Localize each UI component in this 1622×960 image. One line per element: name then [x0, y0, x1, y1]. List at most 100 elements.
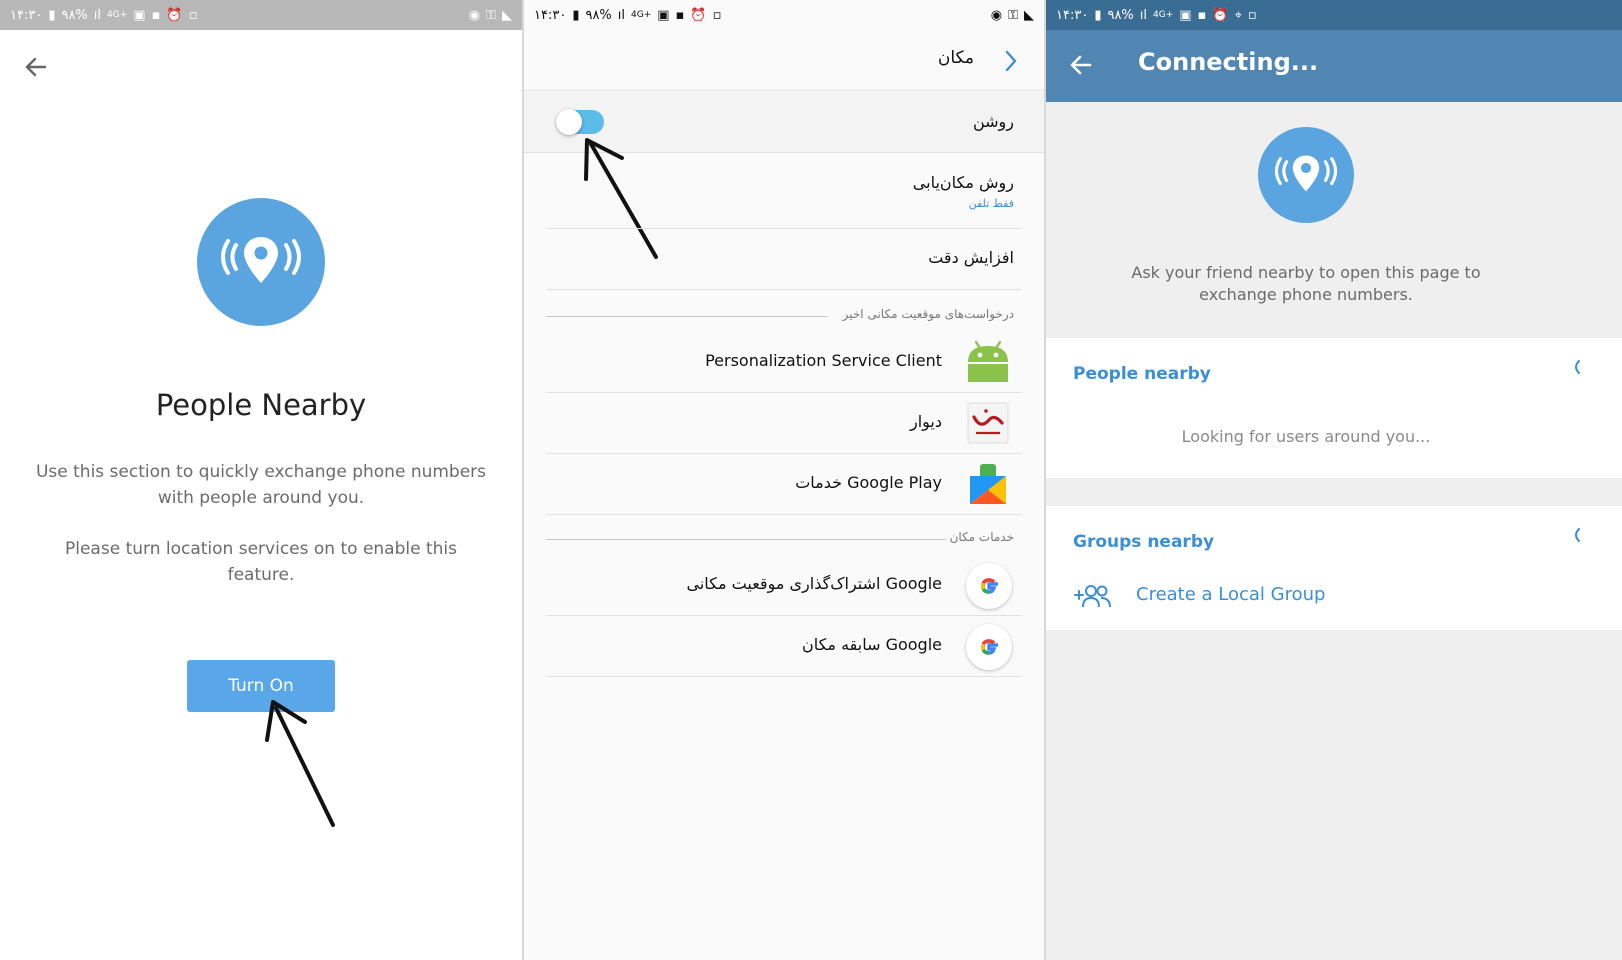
status-battery: ۹۸%	[1107, 7, 1134, 23]
back-button[interactable]	[1068, 52, 1094, 78]
download-icon: ▫	[188, 7, 198, 23]
status-time: ۱۴:۳۰	[534, 7, 567, 23]
groups-nearby-header: Groups nearby	[1073, 532, 1215, 552]
status-network: 4G+	[1153, 10, 1174, 20]
service-name: سابقه مکان Google	[801, 635, 942, 654]
location-badge	[197, 198, 325, 326]
key-icon: ⚿	[486, 7, 496, 23]
location-status-icon: ⌖	[1234, 7, 1242, 23]
image-icon: ▣	[657, 7, 670, 23]
status-network: 4G+	[107, 10, 128, 20]
service-name: اشتراک‌گذاری موقعیت مکانی Google	[686, 574, 942, 593]
annotation-arrow	[265, 700, 335, 827]
status-battery: ۹۸%	[585, 7, 612, 23]
people-nearby-header: People nearby	[1073, 364, 1211, 384]
location-toggle-row: روشن	[524, 92, 1044, 153]
status-battery: ۹۸%	[61, 7, 88, 23]
location-settings-screen: ۱۴:۳۰ ▮ ۹۸% ıl 4G+ ▣ ▪ ⏰ ▫ ◉ ⚿ ◣ مکان رو…	[524, 0, 1044, 960]
page-title: People Nearby	[155, 388, 367, 422]
loading-spinner-icon	[1575, 360, 1580, 374]
app-name: دیوار	[909, 412, 942, 431]
key-icon: ⚿	[1008, 7, 1018, 23]
signal-icon: ıl	[617, 7, 626, 23]
app-bar: Connecting...	[1046, 30, 1622, 102]
location-service-row[interactable]: اشتراک‌گذاری موقعیت مکانی Google	[546, 555, 1022, 616]
recent-requests-header: درخواست‌های موقعیت مکانی اخیر	[546, 307, 1022, 327]
improve-accuracy-row[interactable]: افزایش دقت	[546, 229, 1022, 290]
location-method-label: روش مکان‌یابی	[912, 173, 1014, 192]
back-button[interactable]	[1004, 50, 1018, 72]
android-icon	[966, 340, 1010, 384]
location-method-row[interactable]: روش مکان‌یابی فقط تلفن	[546, 153, 1022, 229]
download-icon: ▫	[712, 7, 722, 23]
location-service-row[interactable]: سابقه مکان Google	[546, 616, 1022, 677]
battery-icon: ▮	[48, 7, 56, 23]
notification-icon: ▪	[151, 7, 161, 23]
settings-title: مکان	[937, 48, 974, 68]
alarm-icon: ⏰	[690, 7, 707, 23]
location-method-value: فقط تلفن	[968, 197, 1014, 210]
searching-status-text: Looking for users around you...	[1181, 427, 1431, 446]
signal-icon: ıl	[1139, 7, 1148, 23]
status-time: ۱۴:۳۰	[10, 7, 43, 23]
recent-app-row[interactable]: خدمات Google Play	[546, 454, 1022, 515]
description-text: Use this section to quickly exchange pho…	[35, 462, 487, 508]
location-badge	[1258, 127, 1354, 223]
alarm-icon: ⏰	[166, 7, 183, 23]
create-local-group-button[interactable]: Create a Local Group	[1046, 571, 1622, 621]
image-icon: ▣	[133, 7, 146, 23]
chevron-right-icon	[1005, 50, 1017, 72]
people-nearby-intro-screen: ۱۴:۳۰ ▮ ۹۸% ıl 4G+ ▣ ▪ ⏰ ▫ ◉ ⚿ ◣ People …	[0, 0, 522, 960]
battery-icon: ▮	[1094, 7, 1102, 23]
add-group-icon	[1074, 585, 1111, 608]
google-icon	[966, 563, 1012, 609]
notification-icon: ▪	[1197, 7, 1207, 23]
status-time: ۱۴:۳۰	[1056, 7, 1089, 23]
groups-nearby-section: Groups nearby Create a Local Group	[1046, 506, 1622, 630]
improve-accuracy-label: افزایش دقت	[928, 248, 1014, 267]
no-sim-icon: ◣	[1024, 7, 1034, 23]
location-services-header: خدمات مکان	[546, 530, 1022, 550]
status-network: 4G+	[631, 10, 652, 20]
no-sim-icon: ◣	[502, 7, 512, 23]
toggle-label: روشن	[972, 112, 1014, 131]
google-icon	[966, 624, 1012, 670]
location-toggle-switch[interactable]	[556, 109, 604, 135]
recent-requests-title: درخواست‌های موقعیت مکانی اخیر	[842, 307, 1014, 321]
alarm-icon: ⏰	[1212, 7, 1229, 23]
download-icon: ▫	[1247, 7, 1257, 23]
create-local-group-label: Create a Local Group	[1136, 584, 1326, 605]
divar-icon	[966, 401, 1010, 445]
app-name: Personalization Service Client	[705, 351, 942, 370]
wifi-icon: ◉	[990, 7, 1003, 23]
loading-spinner-icon	[1575, 528, 1580, 542]
back-button[interactable]	[22, 53, 50, 81]
section-divider	[546, 316, 828, 317]
settings-header: مکان	[524, 30, 1044, 91]
location-broadcast-icon	[221, 237, 301, 283]
app-name: خدمات Google Play	[795, 473, 942, 492]
google-play-services-icon	[966, 462, 1010, 506]
location-services-title: خدمات مکان	[949, 530, 1014, 544]
section-divider	[546, 539, 946, 540]
people-nearby-connecting-screen: ۱۴:۳۰ ▮ ۹۸% ıl 4G+ ▣ ▪ ⏰ ⌖ ▫ Connecting.…	[1046, 0, 1622, 960]
people-nearby-section: People nearby Looking for users around y…	[1046, 338, 1622, 478]
connecting-title: Connecting...	[1138, 48, 1319, 76]
battery-icon: ▮	[572, 7, 580, 23]
location-broadcast-icon	[1274, 155, 1338, 192]
recent-app-row[interactable]: دیوار	[546, 393, 1022, 454]
status-bar: ۱۴:۳۰ ▮ ۹۸% ıl 4G+ ▣ ▪ ⏰ ⌖ ▫	[1046, 0, 1622, 30]
recent-app-row[interactable]: Personalization Service Client	[546, 332, 1022, 393]
toggle-knob	[556, 109, 582, 135]
location-prompt-text: Please turn location services on to enab…	[65, 539, 457, 585]
image-icon: ▣	[1179, 7, 1192, 23]
status-bar: ۱۴:۳۰ ▮ ۹۸% ıl 4G+ ▣ ▪ ⏰ ▫ ◉ ⚿ ◣	[0, 0, 522, 30]
turn-on-button[interactable]: Turn On	[187, 660, 335, 712]
arrow-left-icon	[1070, 55, 1092, 75]
instructions-text: Ask your friend nearby to open this page…	[1131, 263, 1481, 304]
notification-icon: ▪	[675, 7, 685, 23]
arrow-left-icon	[25, 57, 47, 77]
status-bar: ۱۴:۳۰ ▮ ۹۸% ıl 4G+ ▣ ▪ ⏰ ▫ ◉ ⚿ ◣	[524, 0, 1044, 30]
wifi-icon: ◉	[468, 7, 481, 23]
signal-icon: ıl	[93, 7, 102, 23]
